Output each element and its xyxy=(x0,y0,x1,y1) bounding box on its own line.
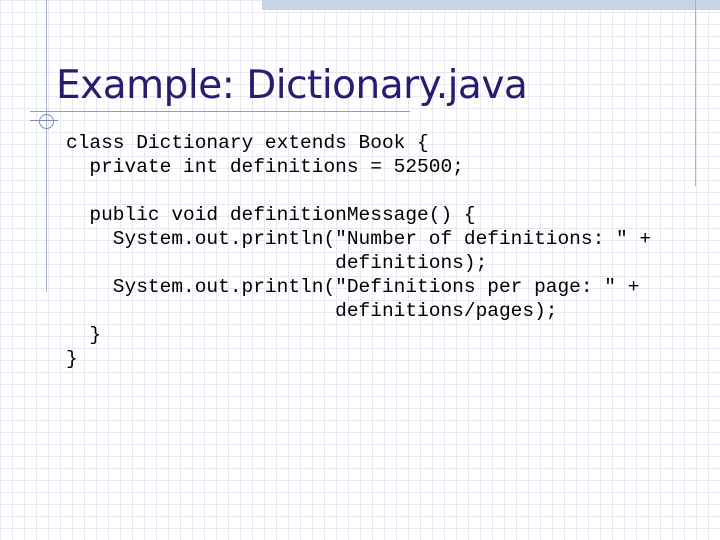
decorative-left-line xyxy=(46,0,47,292)
code-block: class Dictionary extends Book { private … xyxy=(66,131,651,371)
decorative-top-bar xyxy=(262,0,720,10)
decorative-circle-icon xyxy=(39,114,54,129)
code-line: definitions); xyxy=(66,252,488,274)
code-line: definitions/pages); xyxy=(66,300,558,322)
code-line: System.out.println("Number of definition… xyxy=(66,228,652,250)
code-line: } xyxy=(66,324,102,346)
code-line: private int definitions = 52500; xyxy=(66,156,464,178)
code-line: class Dictionary extends Book { xyxy=(66,132,429,154)
code-line: public void definitionMessage() { xyxy=(66,204,476,226)
slide-title: Example: Dictionary.java xyxy=(56,63,528,108)
decorative-right-line xyxy=(695,0,696,186)
code-line: System.out.println("Definitions per page… xyxy=(66,276,640,298)
code-line: } xyxy=(66,348,78,370)
